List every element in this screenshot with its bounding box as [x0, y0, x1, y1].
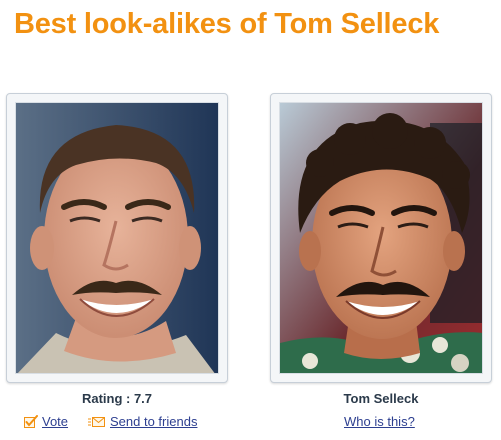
checkbox-check-icon: [24, 415, 38, 428]
celebrity-name: Tom Selleck: [343, 391, 419, 406]
celebrity-face-photo-icon: [280, 103, 482, 373]
vote-link[interactable]: Vote: [42, 414, 68, 429]
lookalike-card[interactable]: [6, 93, 228, 383]
lookalike-face-photo-icon: [16, 103, 218, 373]
page-title: Best look-alikes of Tom Selleck: [14, 8, 440, 40]
celebrity-photo[interactable]: [279, 102, 483, 374]
who-is-this-link[interactable]: Who is this?: [344, 414, 415, 429]
envelope-icon: [88, 415, 106, 428]
lookalike-rating: Rating : 7.7: [81, 391, 153, 406]
lookalike-photo[interactable]: [15, 102, 219, 374]
send-to-friends-action[interactable]: Send to friends: [88, 414, 197, 429]
vote-action[interactable]: Vote: [24, 414, 68, 429]
who-is-this-action[interactable]: Who is this?: [344, 414, 415, 429]
send-to-friends-link[interactable]: Send to friends: [110, 414, 197, 429]
celebrity-card[interactable]: [270, 93, 492, 383]
